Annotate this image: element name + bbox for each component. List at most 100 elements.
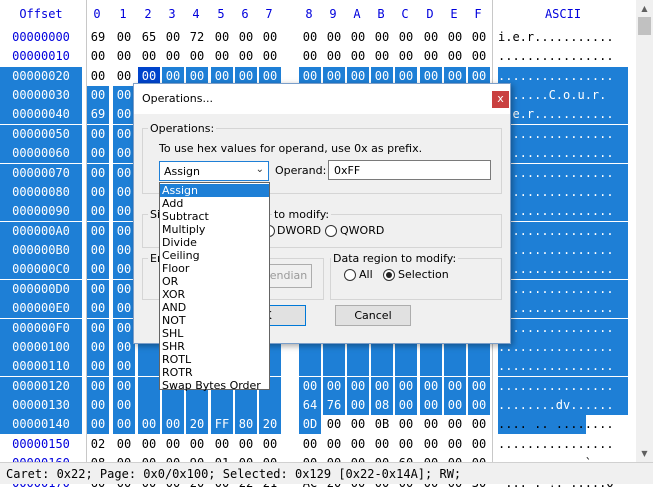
hex-byte[interactable]: 00 xyxy=(468,28,490,47)
hex-byte[interactable]: 00 xyxy=(299,435,321,454)
hex-byte[interactable] xyxy=(138,376,160,396)
hex-byte[interactable] xyxy=(347,357,369,377)
hex-byte[interactable]: 00 xyxy=(87,299,109,319)
hex-byte[interactable] xyxy=(138,357,160,377)
hex-byte[interactable]: 64 xyxy=(299,396,321,416)
row-offset[interactable]: 00000030 xyxy=(0,86,82,106)
scroll-thumb[interactable] xyxy=(638,17,651,35)
hex-byte[interactable]: 00 xyxy=(138,47,160,66)
hex-byte[interactable]: 00 xyxy=(113,337,135,357)
hex-byte[interactable]: 00 xyxy=(87,221,109,241)
hex-byte[interactable]: 02 xyxy=(87,435,109,454)
row-offset[interactable]: 000000C0 xyxy=(0,260,82,280)
hex-byte[interactable] xyxy=(323,357,345,377)
ascii-cell[interactable]: ................ xyxy=(498,182,628,202)
ascii-cell[interactable]: ................ xyxy=(498,144,628,164)
hex-byte[interactable]: 00 xyxy=(113,415,135,435)
hex-byte[interactable] xyxy=(371,357,393,377)
hex-byte[interactable] xyxy=(259,396,281,416)
hex-byte[interactable]: 00 xyxy=(113,376,135,396)
hex-byte[interactable] xyxy=(138,396,160,416)
hex-byte[interactable] xyxy=(299,357,321,377)
dropdown-option[interactable]: Swap Bytes Order xyxy=(160,379,269,392)
hex-byte[interactable]: 00 xyxy=(113,299,135,319)
ascii-cell[interactable]: ................ xyxy=(498,435,628,454)
hex-byte[interactable]: 00 xyxy=(444,396,466,416)
row-offset[interactable]: 00000100 xyxy=(0,337,82,357)
dropdown-option[interactable]: XOR xyxy=(160,288,269,301)
hex-byte[interactable]: 00 xyxy=(87,144,109,164)
hex-byte[interactable]: 00 xyxy=(420,396,442,416)
hex-byte[interactable]: 00 xyxy=(162,415,184,435)
hex-byte[interactable]: 00 xyxy=(138,435,160,454)
hex-byte[interactable]: 00 xyxy=(113,163,135,183)
ascii-cell[interactable]: ................ xyxy=(498,260,628,280)
row-offset[interactable]: 000000F0 xyxy=(0,318,82,338)
hex-byte[interactable]: 00 xyxy=(323,415,345,434)
hex-byte[interactable]: 00 xyxy=(113,241,135,261)
hex-byte[interactable]: 00 xyxy=(371,28,393,47)
hex-byte[interactable]: 00 xyxy=(87,260,109,280)
ascii-cell[interactable]: ................ xyxy=(498,163,628,183)
hex-byte[interactable] xyxy=(468,357,490,377)
row-offset[interactable]: 00000010 xyxy=(0,47,82,66)
hex-byte[interactable]: 00 xyxy=(235,435,257,454)
hex-byte[interactable]: 00 xyxy=(299,28,321,47)
hex-byte[interactable]: 00 xyxy=(395,28,417,47)
hex-byte[interactable]: 00 xyxy=(347,376,369,396)
dropdown-option[interactable]: Multiply xyxy=(160,223,269,236)
row-offset[interactable]: 00000080 xyxy=(0,182,82,202)
hex-byte[interactable] xyxy=(186,396,208,416)
hex-byte[interactable]: 00 xyxy=(87,182,109,202)
hex-byte[interactable]: 00 xyxy=(87,318,109,338)
hex-byte[interactable]: 00 xyxy=(87,67,109,86)
row-offset[interactable]: 000000B0 xyxy=(0,241,82,261)
hex-byte[interactable]: 00 xyxy=(113,435,135,454)
hex-byte[interactable]: 00 xyxy=(444,435,466,454)
ascii-cell[interactable]: i.e.r........... xyxy=(498,105,628,125)
row-offset[interactable]: 00000140 xyxy=(0,415,82,435)
hex-byte[interactable] xyxy=(211,396,233,416)
hex-byte[interactable] xyxy=(162,396,184,416)
ascii-cell[interactable]: ................ xyxy=(498,299,628,319)
hex-byte[interactable]: 00 xyxy=(371,47,393,66)
dropdown-option[interactable]: ROTR xyxy=(160,366,269,379)
hex-byte[interactable]: 00 xyxy=(162,435,184,454)
hex-byte[interactable]: 00 xyxy=(113,396,135,416)
row-offset[interactable]: 000000A0 xyxy=(0,221,82,241)
dropdown-option[interactable]: OR xyxy=(160,275,269,288)
dropdown-option[interactable]: Add xyxy=(160,197,269,210)
hex-byte[interactable]: 00 xyxy=(468,376,490,396)
hex-byte[interactable]: 0D xyxy=(299,415,321,435)
hex-byte[interactable]: 00 xyxy=(113,47,135,66)
dropdown-option[interactable]: ROTL xyxy=(160,353,269,366)
hex-byte[interactable]: 00 xyxy=(87,376,109,396)
hex-byte[interactable]: 00 xyxy=(444,47,466,66)
hex-byte[interactable]: 20 xyxy=(259,415,281,435)
hex-byte[interactable]: 00 xyxy=(113,221,135,241)
row-offset[interactable]: 00000020 xyxy=(0,66,82,86)
row-offset[interactable]: 00000000 xyxy=(0,28,82,47)
hex-byte[interactable]: 20 xyxy=(186,415,208,435)
hex-byte[interactable] xyxy=(235,396,257,416)
row-offset[interactable]: 00000040 xyxy=(0,105,82,125)
hex-byte[interactable]: 00 xyxy=(468,396,490,416)
hex-byte[interactable] xyxy=(420,357,442,377)
dropdown-option[interactable]: SHR xyxy=(160,340,269,353)
hex-byte[interactable]: 00 xyxy=(444,28,466,47)
operation-dropdown-list[interactable]: Assign Add Subtract Multiply Divide Ceiling Fl… xyxy=(159,182,270,392)
hex-byte[interactable]: 00 xyxy=(211,47,233,66)
hex-byte[interactable]: 00 xyxy=(259,28,281,47)
hex-byte[interactable]: 00 xyxy=(87,415,109,435)
hex-byte[interactable]: 00 xyxy=(113,279,135,299)
hex-byte[interactable]: 08 xyxy=(371,396,393,416)
hex-byte[interactable]: 00 xyxy=(420,28,442,47)
hex-byte[interactable]: 00 xyxy=(395,47,417,66)
hex-byte[interactable]: 00 xyxy=(323,28,345,47)
region-all-radio[interactable] xyxy=(344,269,356,281)
hex-byte[interactable]: 00 xyxy=(347,396,369,416)
hex-byte[interactable]: 00 xyxy=(87,337,109,357)
hex-byte[interactable]: 00 xyxy=(162,47,184,66)
hex-byte[interactable]: 00 xyxy=(113,144,135,164)
operand-input[interactable]: 0xFF xyxy=(328,160,491,180)
